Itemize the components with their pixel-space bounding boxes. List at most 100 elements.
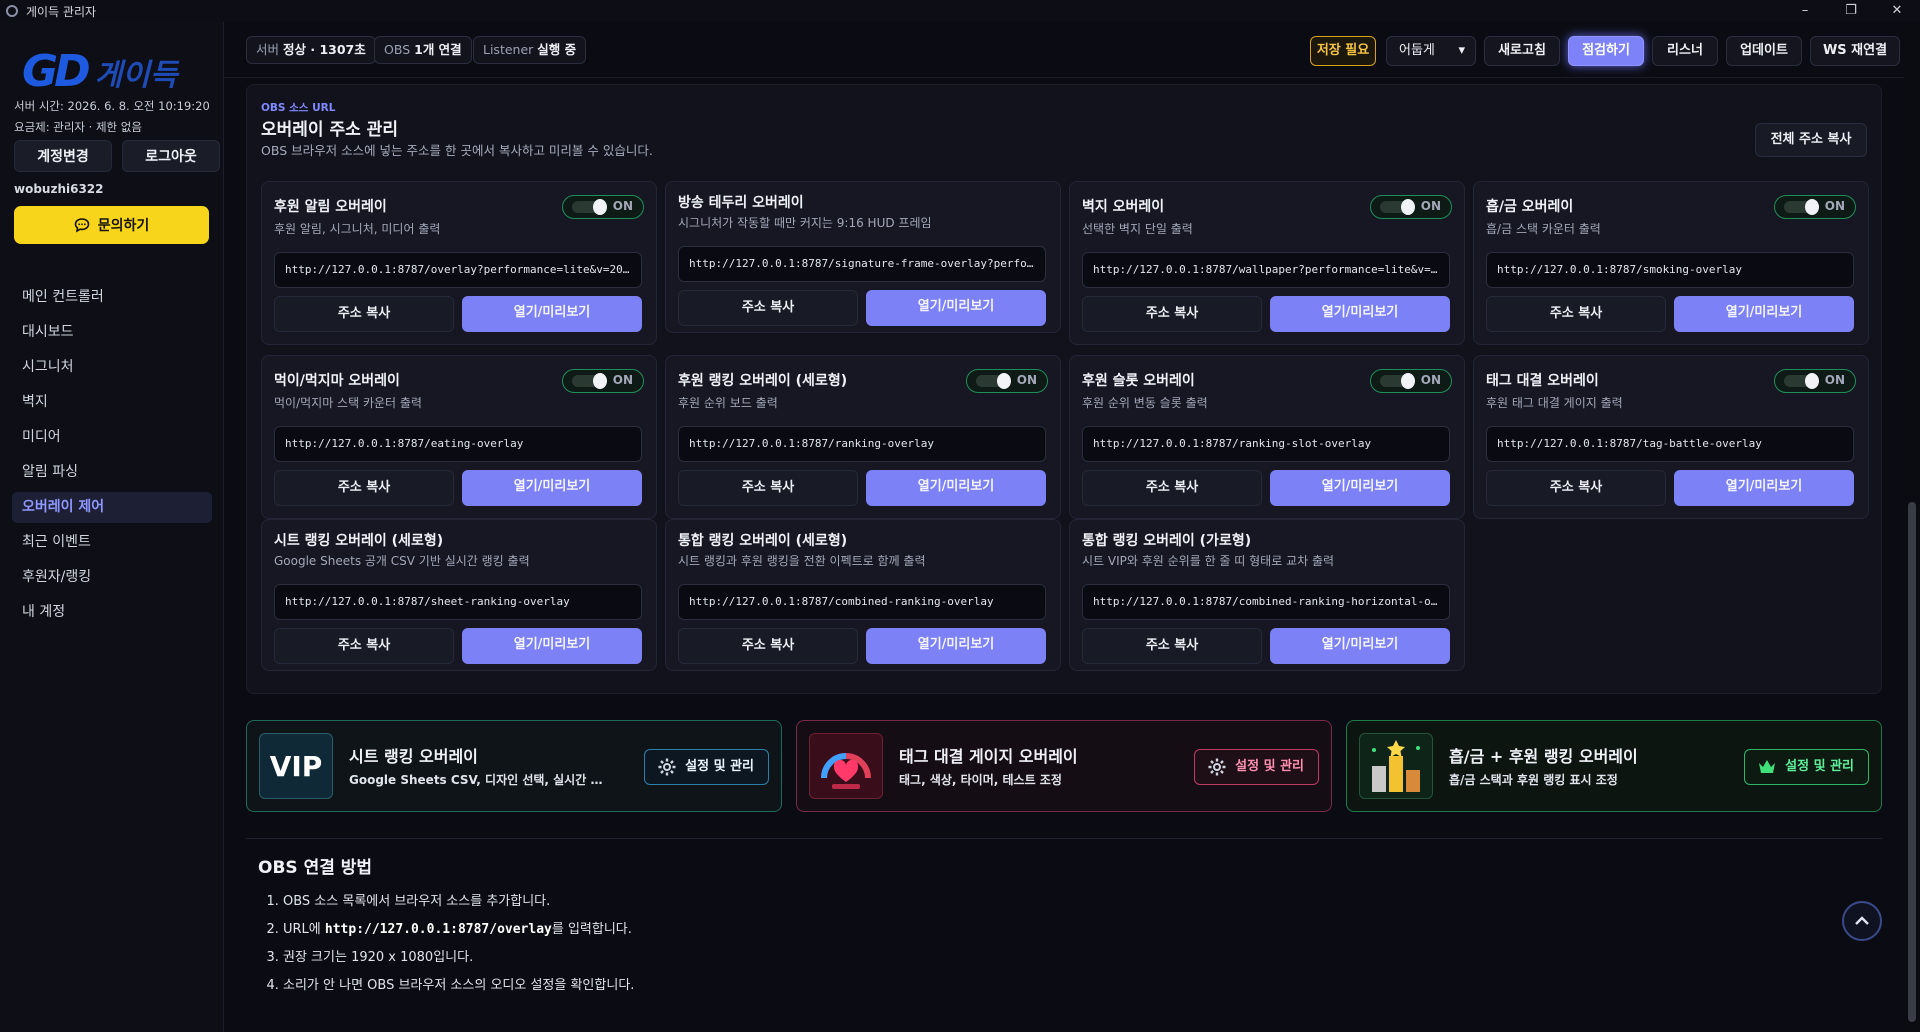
sidebar-item[interactable]: 미디어	[12, 422, 212, 453]
copy-url-button[interactable]: 주소 복사	[1486, 470, 1666, 506]
overlay-card-desc: 시그니처가 작동할 때만 커지는 9:16 HUD 프레임	[678, 216, 932, 230]
overlay-url-field[interactable]: http://127.0.0.1:8787/eating-overlay	[274, 426, 642, 462]
overlay-toggle[interactable]: ON	[1370, 195, 1452, 219]
crown-icon	[1759, 760, 1776, 773]
open-preview-button[interactable]: 열기/미리보기	[866, 290, 1046, 326]
server-time: 서버 시간: 2026. 6. 8. 오전 10:19:20	[14, 99, 210, 113]
heart-gauge-thumbnail	[809, 733, 883, 799]
logo-mark-icon: GD	[22, 46, 91, 97]
smoking-ranking-settings-button[interactable]: 설정 및 관리	[1744, 749, 1869, 785]
change-account-button[interactable]: 계정변경	[14, 140, 112, 172]
open-preview-button[interactable]: 열기/미리보기	[1674, 470, 1854, 506]
save-needed-badge[interactable]: 저장 필요	[1310, 36, 1376, 66]
theme-select[interactable]: 어둡게 ▾	[1386, 36, 1476, 66]
overlay-card-desc: Google Sheets 공개 CSV 기반 실시간 랭킹 출력	[274, 554, 530, 568]
open-preview-button[interactable]: 열기/미리보기	[1270, 628, 1450, 664]
overlay-url-field[interactable]: http://127.0.0.1:8787/combined-ranking-h…	[1082, 584, 1450, 620]
overlay-url-field[interactable]: http://127.0.0.1:8787/ranking-slot-overl…	[1082, 426, 1450, 462]
sidebar-item[interactable]: 메인 컨트롤러	[12, 282, 212, 313]
copy-url-button[interactable]: 주소 복사	[678, 290, 858, 326]
overlay-toggle[interactable]: ON	[562, 195, 644, 219]
sidebar-item[interactable]: 오버레이 제어	[12, 492, 212, 523]
page-scrollbar[interactable]	[1904, 22, 1920, 1032]
copy-url-button[interactable]: 주소 복사	[678, 470, 858, 506]
sidebar-item[interactable]: 후원자/랭킹	[12, 562, 212, 593]
gear-icon	[658, 758, 676, 776]
tag-battle-settings-button[interactable]: 설정 및 관리	[1194, 749, 1319, 785]
obs-guide-step: 권장 크기는 1920 x 1080입니다.	[283, 944, 1882, 972]
sidebar-item[interactable]: 최근 이벤트	[12, 527, 212, 558]
sidebar-item[interactable]: 대시보드	[12, 317, 212, 348]
overlay-card-desc: 시트 VIP와 후원 순위를 한 줄 띠 형태로 교차 출력	[1082, 554, 1335, 568]
feature-title: 시트 랭킹 오버레이	[349, 747, 478, 766]
overlay-card: 방송 테두리 오버레이 시그니처가 작동할 때만 커지는 9:16 HUD 프레임…	[665, 181, 1061, 333]
copy-url-button[interactable]: 주소 복사	[1486, 296, 1666, 332]
sidebar-item[interactable]: 시그니처	[12, 352, 212, 383]
toggle-knob	[1401, 199, 1415, 215]
copy-url-button[interactable]: 주소 복사	[274, 628, 454, 664]
open-preview-button[interactable]: 열기/미리보기	[866, 628, 1046, 664]
restore-icon[interactable]: ❐	[1828, 0, 1874, 22]
sidebar: GD 게이득 서버 시간: 2026. 6. 8. 오전 10:19:20 요금…	[0, 22, 224, 1032]
open-preview-button[interactable]: 열기/미리보기	[1270, 296, 1450, 332]
open-preview-button[interactable]: 열기/미리보기	[1674, 296, 1854, 332]
overlay-toggle[interactable]: ON	[1370, 369, 1452, 393]
sheet-ranking-settings-button[interactable]: 설정 및 관리	[644, 749, 769, 785]
copy-url-button[interactable]: 주소 복사	[1082, 470, 1262, 506]
sidebar-item[interactable]: 알림 파싱	[12, 457, 212, 488]
overlay-toggle[interactable]: ON	[562, 369, 644, 393]
inspect-button[interactable]: 점검하기	[1568, 36, 1644, 66]
overlay-url-field[interactable]: http://127.0.0.1:8787/signature-frame-ov…	[678, 246, 1046, 282]
server-status-chip: 서버 정상 · 1307초	[246, 36, 376, 64]
overlay-card-desc: 시트 랭킹과 후원 랭킹을 전환 이펙트로 함께 출력	[678, 554, 926, 568]
overlay-url-field[interactable]: http://127.0.0.1:8787/smoking-overlay	[1486, 252, 1854, 288]
sidebar-item[interactable]: 벽지	[12, 387, 212, 418]
overlay-url-field[interactable]: http://127.0.0.1:8787/overlay?performanc…	[274, 252, 642, 288]
open-preview-button[interactable]: 열기/미리보기	[866, 470, 1046, 506]
overlay-toggle[interactable]: ON	[1774, 369, 1856, 393]
overlay-url-field[interactable]: http://127.0.0.1:8787/sheet-ranking-over…	[274, 584, 642, 620]
ws-reconnect-button[interactable]: WS 재연결	[1810, 36, 1900, 66]
update-button[interactable]: 업데이트	[1726, 36, 1802, 66]
feature-desc: Google Sheets CSV, 디자인 선택, 실시간 VIP 랭킹	[349, 773, 609, 787]
sidebar-item[interactable]: 내 계정	[12, 597, 212, 628]
copy-url-button[interactable]: 주소 복사	[274, 470, 454, 506]
obs-guide-title: OBS 연결 방법	[258, 858, 373, 878]
open-preview-button[interactable]: 열기/미리보기	[1270, 470, 1450, 506]
panel-subtitle: OBS 브라우저 소스에 넣는 주소를 한 곳에서 복사하고 미리볼 수 있습니…	[261, 143, 653, 158]
open-preview-button[interactable]: 열기/미리보기	[462, 470, 642, 506]
toggle-knob	[593, 199, 607, 215]
overlay-card-desc: 후원 알림, 시그니처, 미디어 출력	[274, 222, 441, 236]
listener-button[interactable]: 리스너	[1652, 36, 1718, 66]
copy-url-button[interactable]: 주소 복사	[1082, 296, 1262, 332]
overlay-toggle[interactable]: ON	[1774, 195, 1856, 219]
chevron-down-icon: ▾	[1458, 43, 1465, 58]
overlay-card: 흡/금 오버레이 흡/금 스택 카운터 출력 ON http://127.0.0.1:…	[1473, 181, 1869, 345]
overlay-url-field[interactable]: http://127.0.0.1:8787/wallpaper?performa…	[1082, 252, 1450, 288]
open-preview-button[interactable]: 열기/미리보기	[462, 296, 642, 332]
vip-thumbnail: VIP	[259, 733, 333, 799]
close-icon[interactable]: ✕	[1874, 0, 1920, 22]
overlay-toggle[interactable]: ON	[966, 369, 1048, 393]
overlay-card-desc: 후원 순위 변동 슬롯 출력	[1082, 396, 1208, 410]
copy-all-urls-button[interactable]: 전체 주소 복사	[1755, 123, 1867, 157]
overlay-url-field[interactable]: http://127.0.0.1:8787/combined-ranking-o…	[678, 584, 1046, 620]
overlay-card-desc: 후원 순위 보드 출력	[678, 396, 778, 410]
feature-smoking-ranking: 흡/금 + 후원 랭킹 오버레이 흡/금 스택과 후원 랭킹 표시 조정 설정 …	[1346, 720, 1882, 812]
refresh-button[interactable]: 새로고침	[1484, 36, 1560, 66]
overlay-card-desc: 먹이/먹지마 스택 카운터 출력	[274, 396, 422, 410]
overlay-url-field[interactable]: http://127.0.0.1:8787/ranking-overlay	[678, 426, 1046, 462]
overlay-card-title: 후원 슬롯 오버레이	[1082, 373, 1195, 389]
scroll-to-top-button[interactable]	[1842, 901, 1882, 941]
overlay-url-field[interactable]: http://127.0.0.1:8787/tag-battle-overlay	[1486, 426, 1854, 462]
obs-guide-step: URL에 http://127.0.0.1:8787/overlay를 입력합니…	[283, 916, 1882, 944]
scrollbar-thumb[interactable]	[1908, 502, 1916, 1022]
logout-button[interactable]: 로그아웃	[122, 140, 220, 172]
copy-url-button[interactable]: 주소 복사	[1082, 628, 1262, 664]
copy-url-button[interactable]: 주소 복사	[678, 628, 858, 664]
overlay-url-code: http://127.0.0.1:8787/overlay	[324, 922, 552, 937]
copy-url-button[interactable]: 주소 복사	[274, 296, 454, 332]
open-preview-button[interactable]: 열기/미리보기	[462, 628, 642, 664]
inquiry-button[interactable]: 문의하기	[14, 206, 209, 244]
minimize-icon[interactable]: –	[1782, 0, 1828, 22]
